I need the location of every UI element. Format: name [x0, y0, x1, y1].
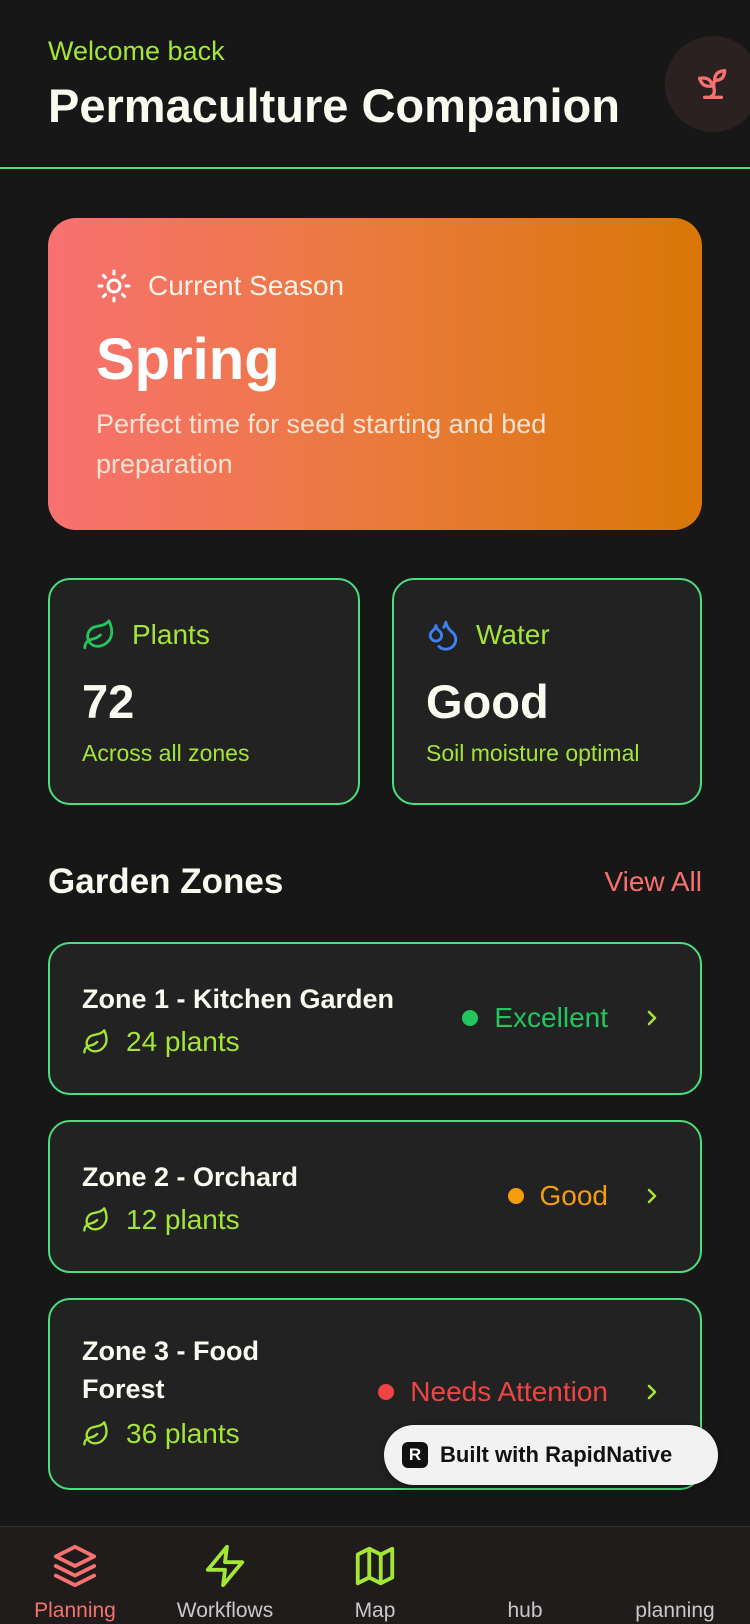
avatar[interactable]	[665, 36, 750, 132]
leaf-icon	[83, 619, 114, 650]
tab-workflows[interactable]: Workflows	[150, 1527, 300, 1624]
rapidnative-logo-icon: R	[402, 1442, 428, 1468]
zone-name: Zone 3 - Food Forest	[82, 1332, 259, 1408]
tab-label: hub	[507, 1599, 543, 1622]
current-season-card[interactable]: Current Season Spring Perfect time for s…	[48, 218, 702, 530]
built-with-badge[interactable]: R Built with RapidNative	[384, 1425, 718, 1485]
zone-status: Needs Attention	[378, 1376, 664, 1408]
zone-status: Good	[507, 1180, 665, 1212]
stat-value: 72	[82, 675, 135, 728]
chevron-right-icon	[647, 1384, 657, 1400]
zone-status: Excellent	[462, 1002, 664, 1034]
layers-icon	[53, 1544, 97, 1588]
status-dot	[462, 1010, 479, 1026]
page-title: Permaculture Companion	[48, 79, 620, 132]
plants-stat-header: Plants	[82, 618, 210, 652]
leaf-icon	[83, 1421, 108, 1446]
stat-label: Plants	[132, 619, 210, 650]
plants-stat-card[interactable]: Plants 72 Across all zones	[48, 578, 360, 805]
status-text: Good	[539, 1180, 609, 1211]
zone-name: Zone 2 - Orchard	[82, 1162, 299, 1192]
water-stat-header: Water	[426, 618, 550, 652]
water-stat-card[interactable]: Water Good Soil moisture optimal	[392, 578, 702, 805]
section-title-garden-zones: Garden Zones	[48, 862, 284, 901]
droplets-icon	[428, 620, 458, 651]
zone-plants-row: 12 plants	[82, 1204, 240, 1236]
tab-planning[interactable]: Planning	[0, 1527, 150, 1624]
tab-map[interactable]: Map	[300, 1527, 450, 1624]
zone-plant-count: 12 plants	[126, 1204, 240, 1235]
status-text: Needs Attention	[410, 1376, 608, 1407]
stat-value: Good	[426, 675, 549, 728]
map-icon	[355, 1546, 395, 1586]
status-text: Excellent	[494, 1002, 608, 1033]
zone-plants-row: 36 plants	[82, 1418, 240, 1450]
app-header: Welcome back Permaculture Companion	[0, 0, 750, 169]
zone-card[interactable]: Zone 2 - Orchard 12 plants Good	[48, 1120, 702, 1273]
season-label-row: Current Season	[96, 268, 344, 304]
season-description: Perfect time for seed starting and bed p…	[96, 409, 547, 479]
chevron-right-icon	[647, 1010, 657, 1026]
zap-icon	[205, 1544, 245, 1588]
tab-label: planning	[635, 1599, 715, 1622]
season-label: Current Season	[148, 270, 345, 301]
zone-name-line: Forest	[82, 1374, 165, 1404]
bottom-tab-bar: Planning Workflows Map hub planning	[0, 1526, 750, 1624]
tab-label: Workflows	[176, 1599, 274, 1622]
chevron-right-icon	[647, 1188, 657, 1204]
tab-planning-secondary[interactable]: planning	[600, 1527, 750, 1624]
zone-plant-count: 36 plants	[126, 1418, 240, 1449]
tab-hub[interactable]: hub	[450, 1527, 600, 1624]
zone-plant-count: 24 plants	[126, 1026, 240, 1057]
sun-icon	[97, 269, 131, 303]
zone-name-line: Zone 3 - Food	[82, 1336, 259, 1366]
tab-label: Planning	[34, 1599, 116, 1622]
status-dot	[378, 1384, 395, 1400]
zone-name: Zone 1 - Kitchen Garden	[82, 984, 395, 1014]
welcome-text: Welcome back	[48, 36, 225, 66]
sprout-icon	[698, 69, 727, 100]
zone-card[interactable]: Zone 1 - Kitchen Garden 24 plants Excell…	[48, 942, 702, 1095]
leaf-icon	[83, 1207, 108, 1232]
season-name: Spring	[96, 327, 280, 392]
badge-text: Built with RapidNative	[440, 1442, 673, 1467]
leaf-icon	[83, 1029, 108, 1054]
status-dot	[507, 1188, 524, 1204]
tab-label: Map	[354, 1599, 396, 1622]
stat-subtitle: Across all zones	[82, 740, 250, 766]
stat-label: Water	[476, 619, 550, 650]
zone-plants-row: 24 plants	[82, 1026, 240, 1058]
stat-subtitle: Soil moisture optimal	[426, 740, 640, 766]
view-all-link[interactable]: View All	[604, 866, 702, 898]
